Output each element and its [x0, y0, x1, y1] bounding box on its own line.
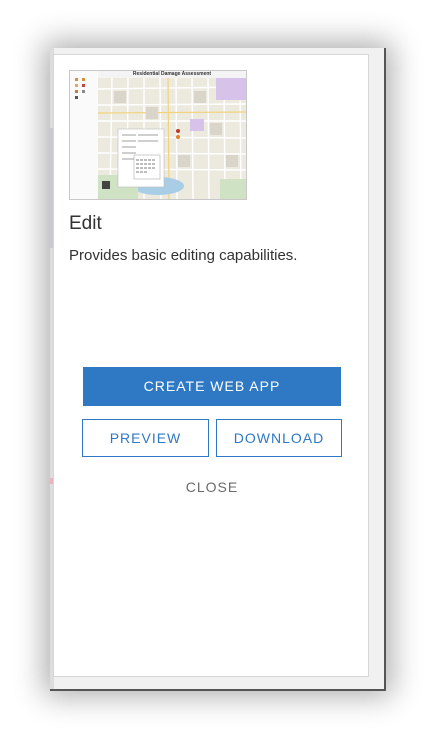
thumbnail-caption: Residential Damage Assessment — [98, 71, 246, 78]
thumbnail-map — [97, 71, 246, 199]
template-title: Edit — [69, 213, 102, 234]
app-template-dialog: Residential Damage Assessment Edit Provi… — [53, 54, 369, 677]
close-button[interactable]: CLOSE — [162, 477, 262, 497]
thumbnail-sidebar — [70, 71, 99, 199]
template-thumbnail: Residential Damage Assessment — [69, 70, 247, 200]
dialog-stage: Residential Damage Assessment Edit Provi… — [0, 0, 436, 743]
map-image — [97, 71, 246, 199]
download-button[interactable]: DOWNLOAD — [216, 419, 342, 457]
thumbnail-sidebar-icons — [75, 78, 85, 99]
dialog-edge — [50, 689, 386, 691]
template-description: Provides basic editing capabilities. — [69, 247, 298, 264]
preview-button[interactable]: PREVIEW — [82, 419, 209, 457]
create-web-app-button[interactable]: CREATE WEB APP — [83, 367, 341, 406]
dialog-edge — [384, 48, 386, 690]
